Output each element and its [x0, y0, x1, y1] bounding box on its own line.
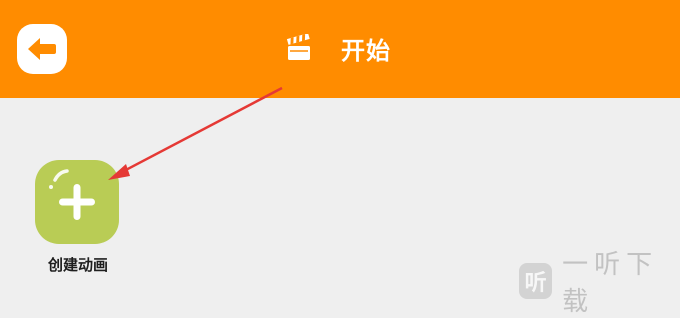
- create-animation-label: 创建动画: [47, 256, 108, 274]
- watermark-text: 一听下载: [562, 250, 659, 317]
- plus-icon: [49, 169, 95, 220]
- watermark: 听 一听下载: [519, 250, 680, 317]
- title-group: 开始: [285, 30, 391, 66]
- create-animation-button[interactable]: [35, 160, 119, 244]
- watermark-logo: 听: [519, 263, 553, 299]
- page-title: 开始: [341, 36, 391, 65]
- back-button[interactable]: [17, 24, 67, 74]
- clapperboard-icon: [286, 34, 310, 60]
- back-arrow-icon: [28, 38, 56, 60]
- header-bar: 开始: [0, 0, 680, 98]
